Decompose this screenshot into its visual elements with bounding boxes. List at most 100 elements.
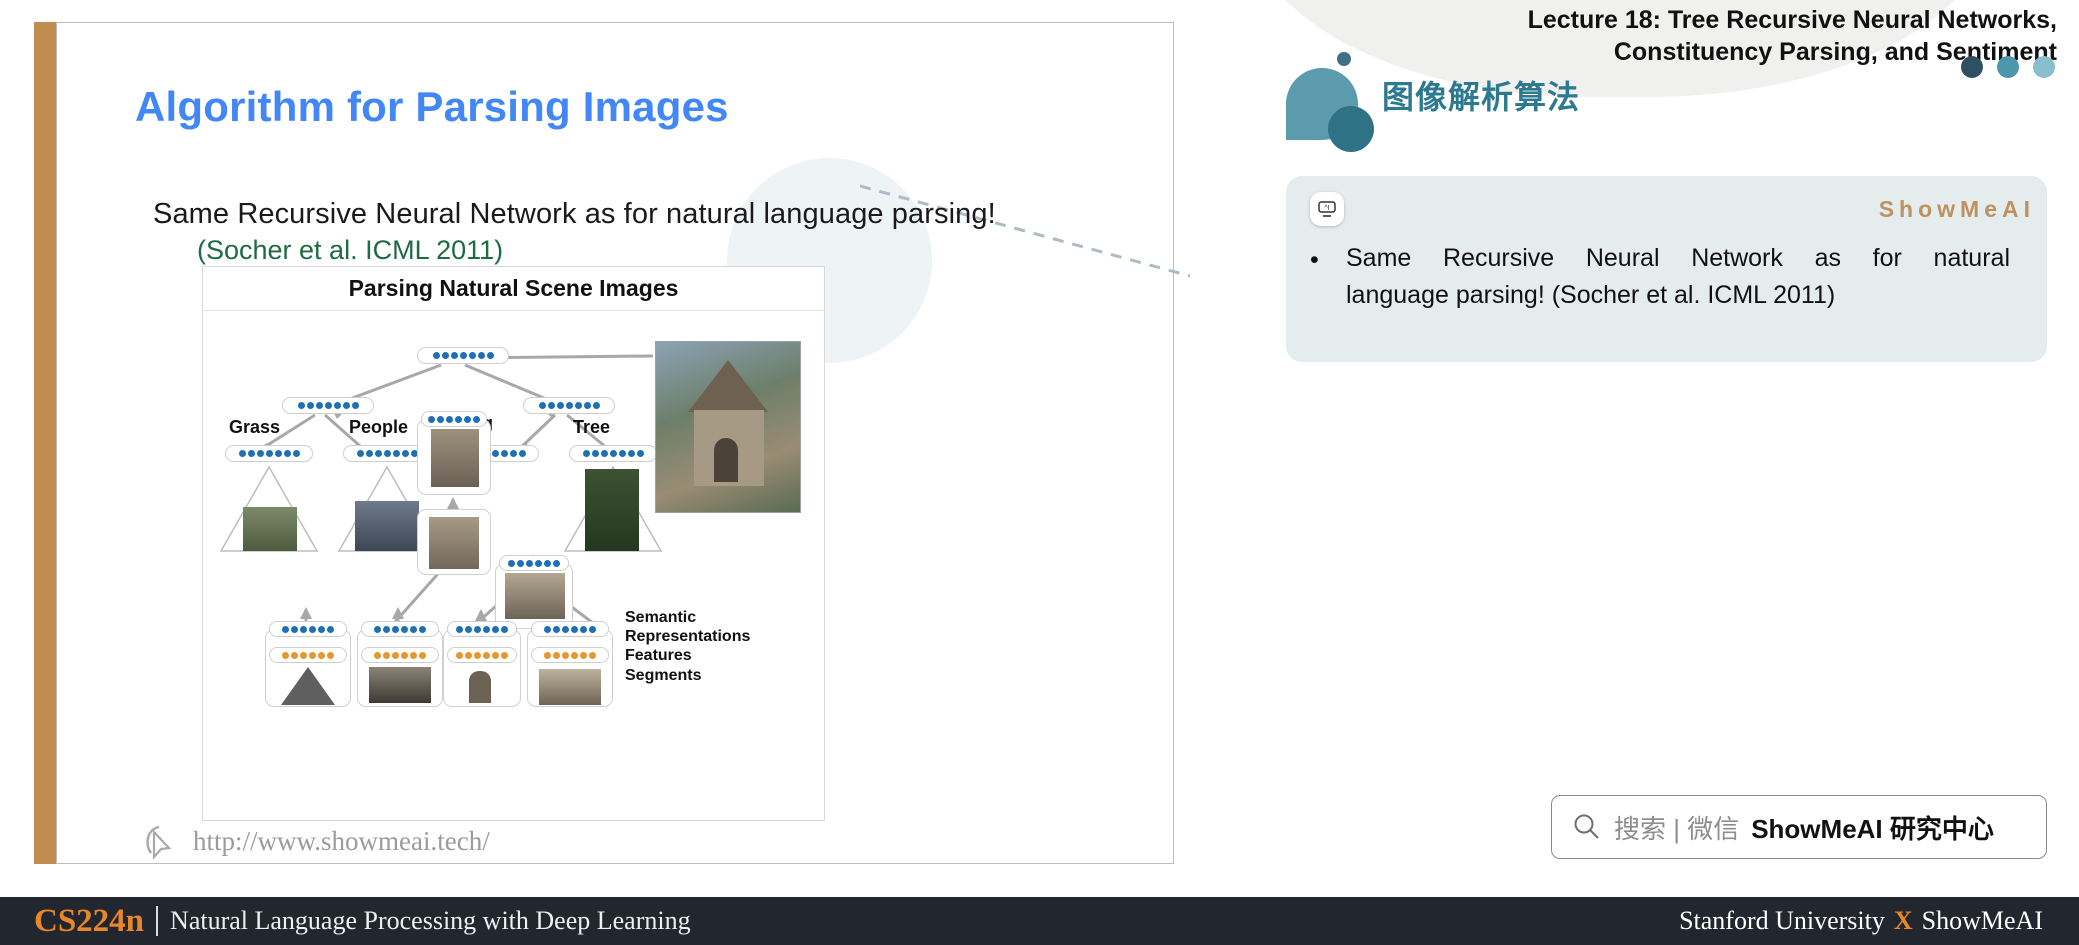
node-unit-dot — [473, 415, 480, 423]
summary-bullet-line-2: language parsing! (Socher et al. ICML 20… — [1346, 281, 1836, 309]
node-unit-dot — [501, 651, 508, 659]
node-unit-dot — [574, 402, 582, 409]
search-icon — [1574, 814, 1599, 839]
building-photo-lower — [505, 573, 565, 619]
leaf-node-4-dots-blue — [531, 621, 609, 637]
node-unit-dot — [374, 651, 381, 659]
tree-node-root — [417, 347, 509, 364]
node-unit-dot — [309, 625, 316, 633]
node-unit-dot — [580, 651, 587, 659]
node-unit-dot — [565, 402, 573, 409]
lecture-title-line-2: Constituency Parsing, and Sentiment — [1613, 38, 2057, 66]
tree-node-grass — [225, 445, 313, 462]
node-unit-dot — [535, 559, 542, 567]
node-unit-dot — [553, 625, 560, 633]
node-unit-dot — [553, 651, 560, 659]
node-unit-dot — [491, 450, 499, 457]
tree-node-tree — [569, 445, 657, 462]
figure-label-segments: Segments — [625, 667, 702, 684]
callout-connector — [860, 184, 1191, 278]
node-unit-dot — [583, 402, 591, 409]
node-unit-dot — [410, 651, 417, 659]
figure-label-semantic: Semantic — [625, 609, 697, 626]
node-unit-dot — [392, 450, 400, 457]
node-unit-dot — [483, 625, 490, 633]
node-unit-dot — [486, 352, 494, 359]
slide-card: Algorithm for Parsing Images Same Recurs… — [56, 22, 1174, 864]
node-unit-dot — [553, 559, 560, 567]
node-unit-dot — [618, 450, 626, 457]
node-unit-dot — [526, 559, 533, 567]
node-unit-dot — [309, 651, 316, 659]
footer-bar: CS224n Natural Language Processing with … — [0, 897, 2079, 945]
node-unit-dot — [419, 625, 426, 633]
figure-canvas: Grass People Building Tree — [203, 311, 824, 821]
node-unit-dot — [318, 651, 325, 659]
node-unit-dot — [342, 402, 350, 409]
node-unit-dot — [609, 450, 617, 457]
node-unit-dot — [517, 559, 524, 567]
node-unit-dot — [324, 402, 332, 409]
node-unit-dot — [500, 450, 508, 457]
node-unit-dot — [419, 651, 426, 659]
node-unit-dot — [374, 625, 381, 633]
node-unit-dot — [401, 651, 408, 659]
node-unit-dot — [636, 450, 644, 457]
node-unit-dot — [441, 352, 449, 359]
node-unit-dot — [297, 402, 305, 409]
building-node-lower-dots — [499, 555, 569, 571]
node-unit-dot — [437, 415, 444, 423]
node-unit-dot — [283, 450, 291, 457]
node-unit-dot — [410, 625, 417, 633]
header-dot-accent — [1337, 52, 1351, 66]
node-unit-dot — [465, 625, 472, 633]
segment-photo-people — [355, 501, 419, 551]
node-unit-dot — [456, 651, 463, 659]
tree-label-people: People — [349, 417, 409, 437]
node-unit-dot — [383, 450, 391, 457]
node-unit-dot — [315, 402, 323, 409]
tree-node-level2-right — [523, 397, 615, 414]
figure-label-features: Features — [625, 647, 692, 664]
header-blob-small — [1328, 106, 1374, 152]
footer-course: CS224n Natural Language Processing with … — [34, 897, 691, 945]
node-unit-dot — [291, 651, 298, 659]
search-bar[interactable]: 搜索 | 微信 ShowMeAI 研究中心 — [1551, 795, 2047, 859]
node-unit-dot — [383, 651, 390, 659]
node-unit-dot — [356, 450, 364, 457]
node-unit-dot — [247, 450, 255, 457]
watermark-url: http://www.showmeai.tech/ — [193, 825, 490, 856]
node-unit-dot — [508, 559, 515, 567]
node-unit-dot — [474, 651, 481, 659]
node-unit-dot — [627, 450, 635, 457]
header-dot-1 — [1961, 56, 1983, 78]
node-unit-dot — [547, 402, 555, 409]
building-photo-mid — [429, 517, 479, 569]
node-unit-dot — [468, 352, 476, 359]
node-unit-dot — [538, 402, 546, 409]
node-unit-dot — [501, 625, 508, 633]
node-unit-dot — [383, 625, 390, 633]
figure-label-representations: Representations — [625, 628, 751, 645]
node-unit-dot — [238, 450, 246, 457]
bullet-marker: • — [1310, 246, 1319, 274]
node-unit-dot — [327, 625, 334, 633]
segment-photo-grass — [243, 507, 297, 551]
node-unit-dot — [492, 625, 499, 633]
node-unit-dot — [483, 651, 490, 659]
node-unit-dot — [300, 625, 307, 633]
search-placeholder: 搜索 | 微信 — [1614, 813, 1740, 844]
lecture-title-line-1: Lecture 18: Tree Recursive Neural Networ… — [1527, 6, 2057, 34]
cursor-icon — [146, 825, 172, 859]
svg-text:^I: ^I — [1324, 205, 1329, 212]
node-unit-dot — [582, 450, 590, 457]
node-unit-dot — [474, 625, 481, 633]
node-unit-dot — [591, 450, 599, 457]
node-unit-dot — [351, 402, 359, 409]
node-unit-dot — [292, 450, 300, 457]
parsing-figure: Parsing Natural Scene Images Grass Peopl… — [202, 266, 825, 821]
slide-citation: (Socher et al. ICML 2011) — [197, 235, 504, 265]
leaf-node-1-dots-blue — [269, 621, 347, 637]
node-unit-dot — [455, 415, 462, 423]
node-unit-dot — [365, 450, 373, 457]
